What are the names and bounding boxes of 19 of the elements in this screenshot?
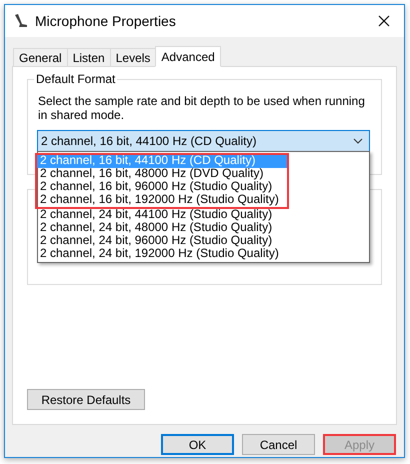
group-title: Default Format (34, 72, 118, 86)
restore-defaults-button[interactable]: Restore Defaults (27, 389, 145, 410)
dropdown-option[interactable]: 2 channel, 24 bit, 48000 Hz (Studio Quality) (38, 222, 369, 235)
window-title: Microphone Properties (35, 12, 176, 31)
dialog-button[interactable]: Cancel (242, 434, 315, 455)
dropdown-option[interactable]: 2 channel, 24 bit, 44100 Hz (Studio Quality) (38, 209, 369, 222)
microphone-icon (13, 13, 29, 29)
dropdown-option[interactable]: 2 channel, 16 bit, 96000 Hz (Studio Quality) (35, 181, 289, 194)
tab[interactable]: Advanced (155, 46, 221, 67)
description-text: Select the sample rate and bit depth to be used when running in shared mode. (38, 94, 366, 122)
dropdown-option[interactable]: 2 channel, 16 bit, 48000 Hz (DVD Quality) (35, 168, 289, 181)
chevron-down-icon (353, 138, 363, 144)
format-dropdown[interactable]: 2 channel, 16 bit, 44100 Hz (CD Quality) (37, 130, 370, 152)
close-icon (378, 15, 390, 27)
dialog-button[interactable]: OK (161, 434, 234, 455)
tab[interactable]: General (13, 48, 68, 67)
dropdown-option[interactable]: 2 channel, 16 bit, 192000 Hz (Studio Quality) (35, 194, 289, 209)
dropdown-option[interactable]: 2 channel, 24 bit, 192000 Hz (Studio Quality) (38, 248, 369, 261)
dropdown-option[interactable]: 2 channel, 24 bit, 96000 Hz (Studio Quality) (38, 235, 369, 248)
